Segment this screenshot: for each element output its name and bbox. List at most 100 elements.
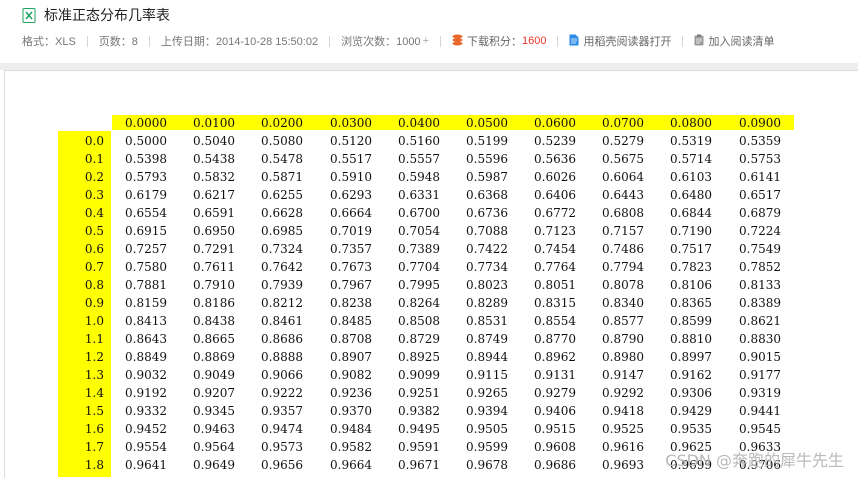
row-label: 1.1 [84, 332, 104, 346]
table-cell: 0.8643 [125, 332, 167, 346]
table-cell: 0.7486 [602, 242, 644, 256]
table-cell: 0.8770 [534, 332, 576, 346]
table-cell: 0.6915 [125, 224, 167, 238]
table-cell: 0.5714 [670, 152, 712, 166]
table-cell: 0.8133 [739, 278, 781, 292]
table-cell: 0.9049 [193, 368, 235, 382]
open-reader-label: 用稻壳阅读器打开 [583, 36, 672, 48]
table-cell: 0.8729 [398, 332, 440, 346]
table-cell: 0.5910 [330, 170, 372, 184]
table-cell: 0.6103 [670, 170, 712, 184]
table-cell: 0.9131 [534, 368, 576, 382]
row-label: 0.8 [84, 278, 104, 292]
column-header: 0.0100 [193, 116, 235, 130]
download-points: 下载积分： 1600 [452, 33, 546, 49]
table-cell: 0.7967 [330, 278, 372, 292]
table-cell: 0.9686 [534, 458, 576, 472]
table-cell: 0.9608 [534, 440, 576, 454]
table-cell: 0.9463 [193, 422, 235, 436]
table-cell: 0.9406 [534, 404, 576, 418]
table-cell: 0.9678 [466, 458, 508, 472]
table-cell: 0.8686 [261, 332, 303, 346]
table-cell: 0.6879 [739, 206, 781, 220]
table-cell: 0.5596 [466, 152, 508, 166]
table-cell: 0.7088 [466, 224, 508, 238]
table-cell: 0.5359 [739, 134, 781, 148]
table-cell: 0.7054 [398, 224, 440, 238]
table-cell: 0.9015 [739, 350, 781, 364]
table-cell: 0.9066 [261, 368, 303, 382]
table-cell: 0.5438 [193, 152, 235, 166]
add-reading-list-link[interactable]: 加入阅读清单 [694, 33, 774, 49]
table-cell: 0.7910 [193, 278, 235, 292]
table-cell: 0.7389 [398, 242, 440, 256]
table-cell: 0.9564 [193, 440, 235, 454]
table-cell: 0.8238 [330, 296, 372, 310]
table-cell: 0.5398 [125, 152, 167, 166]
table-cell: 0.6591 [193, 206, 235, 220]
table-cell: 0.8888 [261, 350, 303, 364]
table-cell: 0.7157 [602, 224, 644, 238]
table-cell: 0.8264 [398, 296, 440, 310]
table-cell: 0.9251 [398, 386, 440, 400]
open-reader-link[interactable]: 用稻壳阅读器打开 [569, 33, 671, 49]
table-cell: 0.8962 [534, 350, 576, 364]
table-cell: 0.9319 [739, 386, 781, 400]
table-cell: 0.8599 [670, 314, 712, 328]
table-cell: 0.8365 [670, 296, 712, 310]
table-cell: 0.8708 [330, 332, 372, 346]
table-cell: 0.7734 [466, 260, 508, 274]
table-cell: 0.7422 [466, 242, 508, 256]
divider [557, 35, 559, 47]
table-cell: 0.5636 [534, 152, 576, 166]
table-cell: 0.9641 [125, 458, 167, 472]
divider [440, 35, 441, 47]
table-cell: 0.9495 [398, 422, 440, 436]
table-cell: 0.9441 [739, 404, 781, 418]
points-value: 1600 [522, 35, 547, 47]
table-cell: 0.8830 [739, 332, 781, 346]
table-cell: 0.8554 [534, 314, 576, 328]
table-cell: 0.9484 [330, 422, 372, 436]
row-label: 1.3 [84, 368, 104, 382]
view-count: 浏览次数：1000 [341, 36, 421, 48]
table-cell: 0.5948 [398, 170, 440, 184]
table-cell: 0.9515 [534, 422, 576, 436]
table-cell: 0.8869 [193, 350, 235, 364]
table-cell: 0.7673 [330, 260, 372, 274]
table-cell: 0.8944 [466, 350, 508, 364]
table-cell: 0.8907 [330, 350, 372, 364]
table-cell: 0.5000 [125, 134, 167, 148]
table-cell: 0.9357 [261, 404, 303, 418]
table-cell: 0.9554 [125, 440, 167, 454]
row-label: 0.2 [84, 170, 104, 184]
row-label: 0.7 [84, 260, 104, 274]
table-cell: 0.5120 [330, 134, 372, 148]
file-format: 格式：XLS [22, 36, 76, 48]
table-cell: 0.9192 [125, 386, 167, 400]
table-cell: 0.7764 [534, 260, 576, 274]
column-header: 0.0200 [261, 116, 303, 130]
row-label: 0.9 [84, 296, 104, 310]
table-cell: 0.9345 [193, 404, 235, 418]
table-cell: 0.9279 [534, 386, 576, 400]
table-cell: 0.9582 [330, 440, 372, 454]
column-header: 0.0400 [398, 116, 440, 130]
table-cell: 0.9545 [739, 422, 781, 436]
table-cell: 0.5239 [534, 134, 576, 148]
title-row: 标准正态分布几率表 [22, 6, 170, 24]
table-cell: 0.8665 [193, 332, 235, 346]
table-cell: 0.9332 [125, 404, 167, 418]
table-cell: 0.8810 [670, 332, 712, 346]
table-cell: 0.7517 [670, 242, 712, 256]
table-cell: 0.7019 [330, 224, 372, 238]
table-cell: 0.7190 [670, 224, 712, 238]
table-cell: 0.7823 [670, 260, 712, 274]
table-cell: 0.9177 [739, 368, 781, 382]
meta-row: 格式：XLS 页数：8 上传日期：2014-10-28 15:50:02 浏览次… [22, 33, 774, 49]
table-cell: 0.8315 [534, 296, 576, 310]
table-cell: 0.6985 [261, 224, 303, 238]
table-cell: 0.9032 [125, 368, 167, 382]
row-label: 0.3 [84, 188, 104, 202]
points-label: 下载积分： [467, 36, 522, 48]
